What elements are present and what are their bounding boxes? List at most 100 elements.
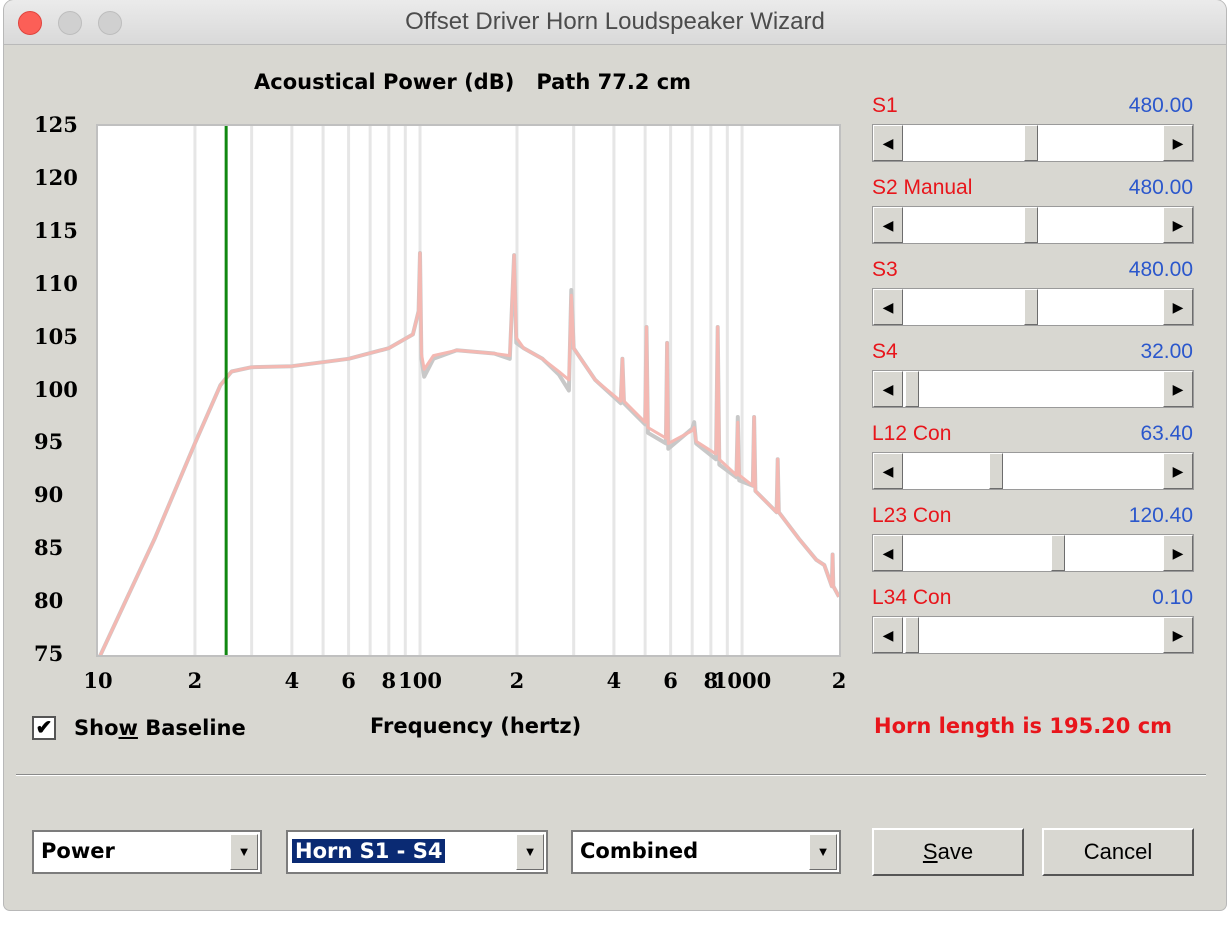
horn-section-select[interactable]: Horn S1 - S4 ▼: [286, 830, 548, 874]
scroll-left-icon[interactable]: ◀: [873, 617, 903, 653]
slider-header: L34 Con 0.10: [872, 580, 1197, 616]
slider-thumb[interactable]: [989, 453, 1004, 489]
slider-value: 120.40: [1128, 504, 1193, 527]
x-tick-label: 100: [398, 668, 442, 693]
slider-label: S3: [872, 258, 898, 281]
chevron-down-icon[interactable]: ▼: [516, 834, 544, 870]
slider-thumb[interactable]: [1024, 207, 1039, 243]
y-tick-label: 85: [34, 535, 64, 561]
mode-select[interactable]: Power ▼: [32, 830, 262, 874]
scroll-right-icon[interactable]: ▶: [1163, 371, 1193, 407]
mode-select-value: Power: [41, 839, 115, 863]
slider-value: 480.00: [1128, 176, 1193, 199]
slider-header: L12 Con 63.40: [872, 416, 1197, 452]
chevron-down-icon[interactable]: ▼: [230, 834, 258, 870]
slider-header: S2 Manual 480.00: [872, 170, 1197, 206]
view-select[interactable]: Combined ▼: [571, 830, 841, 874]
slider-label: L12 Con: [872, 422, 952, 445]
scroll-right-icon[interactable]: ▶: [1163, 289, 1193, 325]
slider-label: L34 Con: [872, 586, 952, 609]
scroll-left-icon[interactable]: ◀: [873, 453, 903, 489]
slider-scrollbar[interactable]: ◀ ▶: [872, 452, 1194, 490]
y-tick-label: 75: [34, 641, 64, 666]
slider-header: S1 480.00: [872, 88, 1197, 124]
y-tick-label: 120: [34, 164, 78, 190]
show-baseline-label-part: Sho: [74, 716, 119, 740]
y-tick-label: 125: [34, 112, 78, 137]
y-tick-label: 105: [34, 323, 78, 349]
y-tick-label: 115: [34, 217, 78, 243]
slider-group: L12 Con 63.40 ◀ ▶: [872, 416, 1197, 490]
slider-scrollbar[interactable]: ◀ ▶: [872, 124, 1194, 162]
x-tick-label: 6: [663, 668, 678, 693]
slider-label: S2 Manual: [872, 176, 973, 199]
scroll-right-icon[interactable]: ▶: [1163, 125, 1193, 161]
scroll-left-icon[interactable]: ◀: [873, 371, 903, 407]
scroll-right-icon[interactable]: ▶: [1163, 453, 1193, 489]
y-tick-label: 100: [34, 376, 78, 402]
show-baseline-label-accel: w: [118, 716, 138, 740]
x-tick-label: 1000: [712, 668, 772, 693]
plot-title-text: Acoustical Power (dB): [254, 70, 515, 94]
slider-value: 32.00: [1140, 340, 1193, 363]
horn-length-text: Horn length is 195.20 cm: [874, 714, 1173, 738]
y-tick-label: 80: [34, 588, 64, 614]
show-baseline-label: Show Baseline: [74, 716, 246, 740]
scroll-left-icon[interactable]: ◀: [873, 289, 903, 325]
scroll-right-icon[interactable]: ▶: [1163, 207, 1193, 243]
slider-value: 480.00: [1128, 258, 1193, 281]
separator: [16, 774, 1206, 776]
slider-scrollbar[interactable]: ◀ ▶: [872, 206, 1194, 244]
x-tick-label: 6: [341, 668, 356, 693]
show-baseline-label-part: Baseline: [137, 716, 246, 740]
scroll-left-icon[interactable]: ◀: [873, 535, 903, 571]
x-tick-label: 10: [83, 668, 113, 693]
x-tick-label: 4: [606, 668, 622, 693]
x-axis-label: Frequency (hertz): [370, 714, 582, 738]
y-tick-label: 95: [34, 429, 64, 455]
chevron-down-icon[interactable]: ▼: [809, 834, 837, 870]
slider-scrollbar[interactable]: ◀ ▶: [872, 616, 1194, 654]
show-baseline-checkbox[interactable]: ✔: [32, 716, 56, 740]
scroll-right-icon[interactable]: ▶: [1163, 617, 1193, 653]
slider-value: 480.00: [1128, 94, 1193, 117]
x-tick-label: 4: [284, 668, 300, 693]
window-title: Offset Driver Horn Loudspeaker Wizard: [405, 8, 825, 35]
slider-group: S3 480.00 ◀ ▶: [872, 252, 1197, 326]
scroll-right-icon[interactable]: ▶: [1163, 535, 1193, 571]
slider-header: L23 Con 120.40: [872, 498, 1197, 534]
title-bar: Offset Driver Horn Loudspeaker Wizard: [4, 0, 1226, 45]
slider-thumb[interactable]: [1024, 125, 1039, 161]
slider-group: L34 Con 0.10 ◀ ▶: [872, 580, 1197, 654]
slider-scrollbar[interactable]: ◀ ▶: [872, 288, 1194, 326]
slider-scrollbar[interactable]: ◀ ▶: [872, 534, 1194, 572]
slider-scrollbar[interactable]: ◀ ▶: [872, 370, 1194, 408]
slider-group: S4 32.00 ◀ ▶: [872, 334, 1197, 408]
slider-thumb[interactable]: [1051, 535, 1066, 571]
slider-label: L23 Con: [872, 504, 952, 527]
slider-thumb[interactable]: [905, 371, 919, 407]
x-tick-label: 2: [831, 668, 847, 693]
x-tick-label: 2: [187, 668, 203, 693]
plot-area: [96, 124, 841, 657]
slider-label: S4: [872, 340, 898, 363]
slider-header: S3 480.00: [872, 252, 1197, 288]
slider-group: S2 Manual 480.00 ◀ ▶: [872, 170, 1197, 244]
scroll-left-icon[interactable]: ◀: [873, 125, 903, 161]
horn-section-select-value: Horn S1 - S4: [290, 838, 447, 864]
slider-label: S1: [872, 94, 898, 117]
slider-header: S4 32.00: [872, 334, 1197, 370]
x-tick-label: 2: [509, 668, 525, 693]
save-button[interactable]: Save: [872, 828, 1024, 876]
scroll-left-icon[interactable]: ◀: [873, 207, 903, 243]
response-chart: [98, 126, 839, 655]
slider-thumb[interactable]: [1024, 289, 1039, 325]
slider-group: L23 Con 120.40 ◀ ▶: [872, 498, 1197, 572]
slider-group: S1 480.00 ◀ ▶: [872, 88, 1197, 162]
cancel-button[interactable]: Cancel: [1042, 828, 1194, 876]
slider-thumb[interactable]: [905, 617, 919, 653]
slider-value: 0.10: [1152, 586, 1193, 609]
save-button-label: Save: [922, 839, 974, 864]
x-tick-label: 8: [381, 668, 397, 693]
plot-title: Acoustical Power (dB) Path 77.2 cm: [254, 70, 713, 94]
